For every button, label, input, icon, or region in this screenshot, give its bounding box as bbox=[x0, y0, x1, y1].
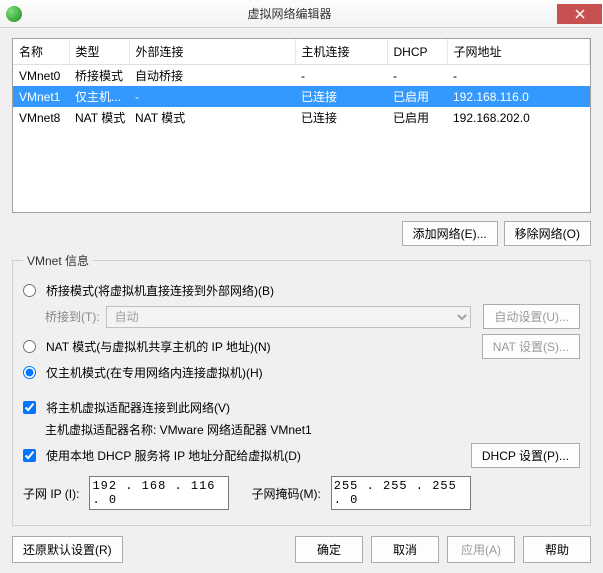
cell-host: 已连接 bbox=[295, 86, 387, 107]
cell-host: - bbox=[295, 65, 387, 87]
vmnet-info-legend: VMnet 信息 bbox=[23, 252, 93, 269]
bridge-to-select[interactable]: 自动 bbox=[106, 306, 472, 328]
col-header-0[interactable]: 名称 bbox=[13, 39, 69, 65]
bridge-to-label: 桥接到(T): bbox=[45, 308, 100, 325]
hostonly-mode-radio[interactable] bbox=[23, 366, 36, 379]
col-header-1[interactable]: 类型 bbox=[69, 39, 129, 65]
use-dhcp-checkbox[interactable] bbox=[23, 449, 36, 462]
subnet-ip-label: 子网 IP (I): bbox=[23, 485, 79, 502]
use-dhcp-label: 使用本地 DHCP 服务将 IP 地址分配给虚拟机(D) bbox=[46, 447, 301, 464]
cell-dhcp: 已启用 bbox=[387, 86, 447, 107]
vmnet-info-group: VMnet 信息 桥接模式(将虚拟机直接连接到外部网络)(B) 桥接到(T): … bbox=[12, 252, 591, 526]
titlebar: 虚拟网络编辑器 bbox=[0, 0, 603, 28]
close-button[interactable] bbox=[557, 4, 602, 24]
cell-name: VMnet1 bbox=[13, 86, 69, 107]
close-icon bbox=[575, 9, 585, 19]
connect-host-adapter-label: 将主机虚拟适配器连接到此网络(V) bbox=[46, 399, 230, 416]
table-row[interactable]: VMnet0桥接模式自动桥接--- bbox=[13, 65, 590, 87]
cancel-button[interactable]: 取消 bbox=[371, 536, 439, 563]
add-network-button[interactable]: 添加网络(E)... bbox=[402, 221, 498, 246]
col-header-2[interactable]: 外部连接 bbox=[129, 39, 295, 65]
nat-mode-label: NAT 模式(与虚拟机共享主机的 IP 地址)(N) bbox=[46, 338, 271, 355]
col-header-4[interactable]: DHCP bbox=[387, 39, 447, 65]
cell-name: VMnet0 bbox=[13, 65, 69, 87]
cell-host: 已连接 bbox=[295, 107, 387, 128]
cell-ext: - bbox=[129, 86, 295, 107]
app-icon bbox=[6, 6, 22, 22]
window-title: 虚拟网络编辑器 bbox=[22, 5, 557, 22]
cell-type: 仅主机... bbox=[69, 86, 129, 107]
bridge-mode-label: 桥接模式(将虚拟机直接连接到外部网络)(B) bbox=[46, 282, 274, 299]
network-table[interactable]: 名称类型外部连接主机连接DHCP子网地址 VMnet0桥接模式自动桥接---VM… bbox=[12, 38, 591, 213]
hostonly-mode-label: 仅主机模式(在专用网络内连接虚拟机)(H) bbox=[46, 364, 263, 381]
bridge-mode-radio[interactable] bbox=[23, 284, 36, 297]
cell-name: VMnet8 bbox=[13, 107, 69, 128]
cell-dhcp: 已启用 bbox=[387, 107, 447, 128]
host-adapter-name-label: 主机虚拟适配器名称: VMware 网络适配器 VMnet1 bbox=[45, 421, 312, 438]
nat-mode-radio[interactable] bbox=[23, 340, 36, 353]
connect-host-adapter-checkbox[interactable] bbox=[23, 401, 36, 414]
subnet-mask-label: 子网掩码(M): bbox=[251, 485, 320, 502]
col-header-3[interactable]: 主机连接 bbox=[295, 39, 387, 65]
cell-type: NAT 模式 bbox=[69, 107, 129, 128]
cell-subnet: 192.168.116.0 bbox=[447, 86, 590, 107]
ok-button[interactable]: 确定 bbox=[295, 536, 363, 563]
help-button[interactable]: 帮助 bbox=[523, 536, 591, 563]
auto-settings-button[interactable]: 自动设置(U)... bbox=[483, 304, 580, 329]
cell-ext: 自动桥接 bbox=[129, 65, 295, 87]
cell-type: 桥接模式 bbox=[69, 65, 129, 87]
cell-ext: NAT 模式 bbox=[129, 107, 295, 128]
table-row[interactable]: VMnet8NAT 模式NAT 模式已连接已启用192.168.202.0 bbox=[13, 107, 590, 128]
cell-subnet: 192.168.202.0 bbox=[447, 107, 590, 128]
dialog-footer: 还原默认设置(R) 确定 取消 应用(A) 帮助 bbox=[0, 526, 603, 573]
nat-settings-button[interactable]: NAT 设置(S)... bbox=[482, 334, 580, 359]
subnet-mask-input[interactable]: 255 . 255 . 255 . 0 bbox=[331, 476, 471, 510]
apply-button[interactable]: 应用(A) bbox=[447, 536, 515, 563]
cell-dhcp: - bbox=[387, 65, 447, 87]
col-header-5[interactable]: 子网地址 bbox=[447, 39, 590, 65]
cell-subnet: - bbox=[447, 65, 590, 87]
table-row[interactable]: VMnet1仅主机...-已连接已启用192.168.116.0 bbox=[13, 86, 590, 107]
subnet-ip-input[interactable]: 192 . 168 . 116 . 0 bbox=[89, 476, 229, 510]
restore-defaults-button[interactable]: 还原默认设置(R) bbox=[12, 536, 123, 563]
remove-network-button[interactable]: 移除网络(O) bbox=[504, 221, 591, 246]
dhcp-settings-button[interactable]: DHCP 设置(P)... bbox=[471, 443, 580, 468]
